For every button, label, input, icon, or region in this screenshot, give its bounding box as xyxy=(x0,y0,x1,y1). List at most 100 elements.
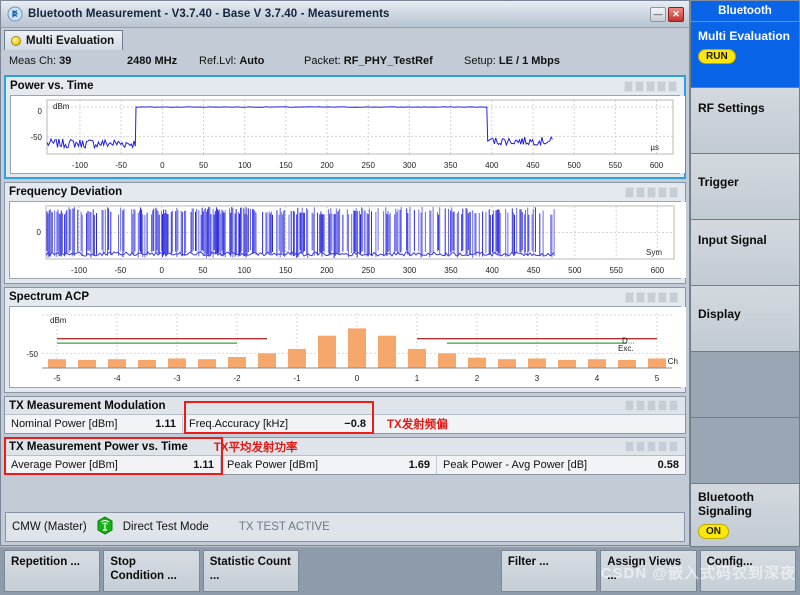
svg-text:1: 1 xyxy=(415,374,420,383)
window-title: Bluetooth Measurement - V3.7.40 - Base V… xyxy=(28,8,390,20)
cell-label: Freq.Accuracy [kHz] xyxy=(189,418,289,430)
sidebar-item-label: RF Settings xyxy=(698,101,765,115)
cell-label: Average Power [dBm] xyxy=(11,459,118,471)
svg-text:-4: -4 xyxy=(113,374,121,383)
panel-power-vs-time[interactable]: Power vs. Time dBm µs 0 -50 -100 -50 0 50 10… xyxy=(4,75,686,179)
cell-value: 1.11 xyxy=(155,418,176,430)
svg-text:100: 100 xyxy=(238,266,252,275)
svg-text:4: 4 xyxy=(595,374,600,383)
svg-text:350: 350 xyxy=(444,161,458,170)
softkey-blank-2 xyxy=(401,550,498,592)
ytick-0: 0 xyxy=(37,228,42,237)
ref-level-value: Auto xyxy=(239,55,265,67)
svg-text:600: 600 xyxy=(651,266,665,275)
sidebar-item-empty-2[interactable] xyxy=(690,418,800,484)
packet-info: Packet: RF_PHY_TestRef xyxy=(304,55,464,67)
table-title: TX Measurement Modulation xyxy=(9,399,166,412)
cell-nominal-power: Nominal Power [dBm] 1.11 xyxy=(5,415,183,433)
svg-text:550: 550 xyxy=(609,266,623,275)
annotation-text: TX发射频偏 xyxy=(387,419,448,431)
panel-frequency-deviation[interactable]: Frequency Deviation 0 Sym -100 -50 0 50 100 1… xyxy=(4,182,686,284)
softkey-statistic-count[interactable]: Statistic Count ... xyxy=(202,550,300,592)
panel-spectrum-acp[interactable]: Spectrum ACP dBm Ch -50 D... Exc. -5 -4 -3-… xyxy=(4,287,686,393)
plot-spectrum-acp[interactable]: dBm Ch -50 D... Exc. -5 -4 -3 -2 -1 0 1 2 3 4 5 xyxy=(9,306,686,388)
svg-text:-1: -1 xyxy=(293,374,301,383)
svg-text:300: 300 xyxy=(403,266,417,275)
sidebar-item-multi-evaluation[interactable]: Multi Evaluation RUN xyxy=(690,22,800,88)
svg-text:50: 50 xyxy=(199,266,208,275)
indicator-boxes xyxy=(625,186,681,198)
softkey-stop-condition[interactable]: Stop Condition ... xyxy=(103,550,200,592)
indicator-boxes xyxy=(624,80,680,92)
tab-strip: Multi Evaluation xyxy=(0,28,690,50)
test-state-label: TX TEST ACTIVE xyxy=(238,521,330,533)
minimize-button[interactable]: — xyxy=(650,6,666,22)
panel-title: Spectrum ACP xyxy=(9,291,90,303)
bluetooth-icon xyxy=(7,6,23,22)
x-unit-label: Sym xyxy=(646,248,662,257)
svg-text:0: 0 xyxy=(160,161,165,170)
panel-header: Frequency Deviation xyxy=(5,183,685,201)
svg-text:250: 250 xyxy=(362,266,376,275)
sidebar-item-label: Multi Evaluation xyxy=(698,29,791,43)
cell-value: 0.58 xyxy=(657,459,679,471)
table-title: TX Measurement Power vs. Time xyxy=(9,440,188,453)
device-label: CMW (Master) xyxy=(12,521,87,533)
annotation-text: TX平均发射功率 xyxy=(213,441,298,454)
svg-text:300: 300 xyxy=(403,161,417,170)
sidebar-item-label: Trigger xyxy=(698,175,739,189)
svg-text:-50: -50 xyxy=(115,161,127,170)
svg-text:50: 50 xyxy=(199,161,208,170)
close-button[interactable]: ✕ xyxy=(668,6,684,22)
table-tx-measurement-power-vs-time: TX Measurement Power vs. Time TX平均发射功率 A… xyxy=(4,437,686,475)
ytick-0: 0 xyxy=(38,107,43,116)
y-unit-label: dBm xyxy=(53,102,70,111)
sidebar-item-empty-1[interactable] xyxy=(690,352,800,418)
svg-text:0: 0 xyxy=(355,374,360,383)
plot-frequency-deviation[interactable]: 0 Sym -100 -50 0 50 100 150 200 250 300 350 400 450… xyxy=(9,201,686,279)
packet-value: RF_PHY_TestRef xyxy=(343,55,433,67)
svg-text:Exc.: Exc. xyxy=(618,344,634,353)
cell-peak-power: Peak Power [dBm] 1.69 xyxy=(221,456,437,474)
svg-text:-2: -2 xyxy=(233,374,241,383)
table-tx-measurement-modulation: TX Measurement Modulation Nominal Power … xyxy=(4,396,686,434)
sidebar-item-rf-settings[interactable]: RF Settings xyxy=(690,88,800,154)
svg-text:-100: -100 xyxy=(71,266,88,275)
softkey-repetition[interactable]: Repetition ... xyxy=(4,550,101,592)
frequency-value: 2480 MHz xyxy=(127,55,178,67)
ref-level-label: Ref.Lvl: xyxy=(199,55,237,67)
svg-text:500: 500 xyxy=(567,161,581,170)
softkey-toolbar: Repetition ... Stop Condition ... Statis… xyxy=(0,547,800,595)
cell-value: 1.69 xyxy=(408,459,430,471)
cell-label: Peak Power - Avg Power [dB] xyxy=(443,459,588,471)
indicator-boxes xyxy=(625,291,681,303)
softkey-config[interactable]: Config... xyxy=(699,550,796,592)
svg-text:-5: -5 xyxy=(53,374,61,383)
svg-text:100: 100 xyxy=(238,161,252,170)
svg-text:550: 550 xyxy=(609,161,623,170)
indicator-boxes xyxy=(625,441,681,452)
svg-text:5: 5 xyxy=(655,374,660,383)
table-row: Average Power [dBm] 1.11 Peak Power [dBm… xyxy=(5,455,685,474)
table-header: TX Measurement Power vs. Time TX平均发射功率 xyxy=(5,438,685,455)
ytick-minus50: -50 xyxy=(26,350,38,359)
svg-text:250: 250 xyxy=(362,161,376,170)
softkey-blank-1 xyxy=(302,550,399,592)
cell-annotation: TX发射频偏 xyxy=(373,415,454,433)
svg-text:150: 150 xyxy=(279,266,293,275)
svg-text:150: 150 xyxy=(279,161,293,170)
svg-text:-3: -3 xyxy=(173,374,181,383)
softkey-assign-views[interactable]: Assign Views ... xyxy=(600,550,697,592)
sidebar-item-label: Bluetooth Signaling xyxy=(698,490,754,518)
svg-text:-50: -50 xyxy=(115,266,127,275)
tab-multi-evaluation[interactable]: Multi Evaluation xyxy=(4,30,124,50)
x-unit-label: µs xyxy=(650,143,659,152)
sidebar-item-display[interactable]: Display xyxy=(690,286,800,352)
sidebar-item-bluetooth-signaling[interactable]: Bluetooth Signaling ON xyxy=(690,484,800,547)
panel-title: Frequency Deviation xyxy=(9,186,123,198)
sidebar-item-trigger[interactable]: Trigger xyxy=(690,154,800,220)
plot-power-vs-time[interactable]: dBm µs 0 -50 -100 -50 0 50 100 150 200 250 300 35… xyxy=(10,95,685,174)
softkey-filter[interactable]: Filter ... xyxy=(500,550,598,592)
sidebar-item-input-signal[interactable]: Input Signal xyxy=(690,220,800,286)
panel-title: Power vs. Time xyxy=(10,80,94,92)
